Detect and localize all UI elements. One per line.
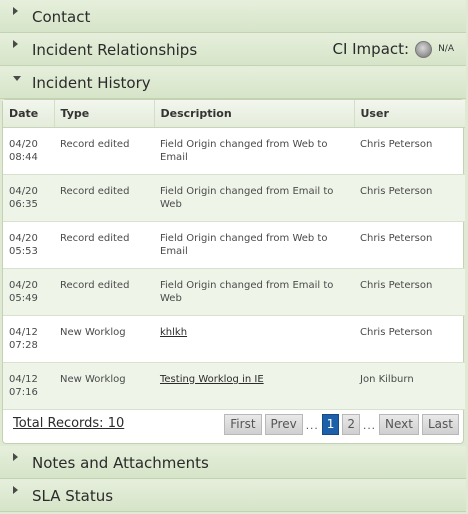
section-title: Notes and Attachments bbox=[32, 454, 209, 472]
date-cell: 04/20 08:44 bbox=[3, 127, 54, 175]
history-table: Date Type Description User 04/20 08:44 Re… bbox=[3, 100, 465, 410]
expand-icon bbox=[13, 7, 18, 15]
section-title: Incident History bbox=[32, 74, 151, 92]
pagination: First Prev ... 1 2 ... Next Last bbox=[221, 414, 459, 435]
section-title: SLA Status bbox=[32, 487, 114, 505]
table-row: 04/12 07:16 New Worklog Testing Worklog i… bbox=[3, 362, 465, 410]
date-cell: 04/12 07:16 bbox=[3, 362, 54, 410]
date-text: 04/20 bbox=[9, 185, 38, 197]
worklog-link[interactable]: khlkh bbox=[160, 327, 187, 338]
section-incident-relationships[interactable]: Incident Relationships CI Impact: N/A bbox=[0, 33, 466, 66]
table-row: 04/20 08:44 Record edited Field Origin ch… bbox=[3, 127, 465, 175]
next-page-button[interactable]: Next bbox=[379, 414, 419, 435]
page-2-button[interactable]: 2 bbox=[342, 414, 361, 435]
table-row: 04/20 05:53 Record edited Field Origin ch… bbox=[3, 221, 465, 269]
table-row: 04/12 07:28 New Worklog khlkh Chris Peter… bbox=[3, 315, 465, 363]
incident-panel: Contact Incident Relationships CI Impact… bbox=[0, 0, 468, 514]
type-cell: Record edited bbox=[54, 221, 154, 269]
table-row: 04/20 05:49 Record edited Field Origin ch… bbox=[3, 268, 465, 316]
total-records[interactable]: Total Records: 10 bbox=[13, 416, 124, 431]
type-cell: New Worklog bbox=[54, 362, 154, 410]
pager-ellipsis: ... bbox=[305, 417, 319, 432]
type-cell: Record edited bbox=[54, 127, 154, 175]
table-row: 04/20 06:35 Record edited Field Origin ch… bbox=[3, 174, 465, 222]
ci-impact-radio[interactable] bbox=[415, 40, 433, 58]
section-sla-status[interactable]: SLA Status bbox=[0, 479, 466, 512]
description-cell: Field Origin changed from Web to Email bbox=[154, 127, 354, 175]
date-cell: 04/20 05:49 bbox=[3, 268, 54, 316]
last-page-button[interactable]: Last bbox=[422, 414, 459, 435]
ci-impact-label: CI Impact: bbox=[332, 40, 410, 58]
date-text: 04/20 bbox=[9, 279, 38, 291]
user-cell: Jon Kilburn bbox=[354, 362, 465, 410]
time-text: 05:49 bbox=[9, 292, 38, 304]
date-text: 04/20 bbox=[9, 138, 38, 150]
table-footer: Total Records: 10 First Prev ... 1 2 ...… bbox=[3, 410, 463, 440]
description-cell: khlkh bbox=[154, 315, 354, 363]
section-title: Incident Relationships bbox=[32, 41, 198, 59]
description-cell: Field Origin changed from Email to Web bbox=[154, 174, 354, 222]
date-text: 04/20 bbox=[9, 232, 38, 244]
type-cell: Record edited bbox=[54, 174, 154, 222]
time-text: 08:44 bbox=[9, 151, 38, 163]
col-type-header[interactable]: Type bbox=[54, 100, 155, 128]
prev-page-button[interactable]: Prev bbox=[264, 414, 303, 435]
user-cell: Chris Peterson bbox=[354, 268, 465, 316]
col-date-header[interactable]: Date bbox=[3, 100, 55, 128]
table-header-row: Date Type Description User bbox=[3, 100, 465, 128]
type-cell: Record edited bbox=[54, 268, 154, 316]
pager-ellipsis: ... bbox=[363, 417, 377, 432]
page-1-button[interactable]: 1 bbox=[321, 414, 340, 435]
expand-icon bbox=[13, 40, 18, 48]
first-page-button[interactable]: First bbox=[224, 414, 262, 435]
date-text: 04/12 bbox=[9, 326, 38, 338]
date-cell: 04/20 06:35 bbox=[3, 174, 54, 222]
date-cell: 04/12 07:28 bbox=[3, 315, 54, 363]
date-text: 04/12 bbox=[9, 373, 38, 385]
worklog-link[interactable]: Testing Worklog in IE bbox=[160, 374, 264, 385]
user-cell: Chris Peterson bbox=[354, 221, 465, 269]
time-text: 05:53 bbox=[9, 245, 38, 257]
col-description-header[interactable]: Description bbox=[154, 100, 355, 128]
section-contact[interactable]: Contact bbox=[0, 0, 466, 33]
description-cell: Testing Worklog in IE bbox=[154, 362, 354, 410]
user-cell: Chris Peterson bbox=[354, 127, 465, 175]
section-title: Contact bbox=[32, 8, 91, 26]
collapse-icon bbox=[13, 76, 21, 81]
user-cell: Chris Peterson bbox=[354, 315, 465, 363]
ci-impact-value: N/A bbox=[438, 44, 454, 54]
time-text: 07:28 bbox=[9, 339, 38, 351]
time-text: 07:16 bbox=[9, 386, 38, 398]
description-cell: Field Origin changed from Email to Web bbox=[154, 268, 354, 316]
expand-icon bbox=[13, 486, 18, 494]
section-incident-history[interactable]: Incident History bbox=[0, 66, 466, 99]
ci-impact: CI Impact: N/A bbox=[332, 40, 454, 58]
type-cell: New Worklog bbox=[54, 315, 154, 363]
time-text: 06:35 bbox=[9, 198, 38, 210]
expand-icon bbox=[13, 453, 18, 461]
section-notes-attachments[interactable]: Notes and Attachments bbox=[0, 446, 466, 479]
col-user-header[interactable]: User bbox=[354, 100, 465, 128]
user-cell: Chris Peterson bbox=[354, 174, 465, 222]
date-cell: 04/20 05:53 bbox=[3, 221, 54, 269]
incident-history-panel: Date Type Description User 04/20 08:44 Re… bbox=[2, 99, 465, 444]
description-cell: Field Origin changed from Web to Email bbox=[154, 221, 354, 269]
